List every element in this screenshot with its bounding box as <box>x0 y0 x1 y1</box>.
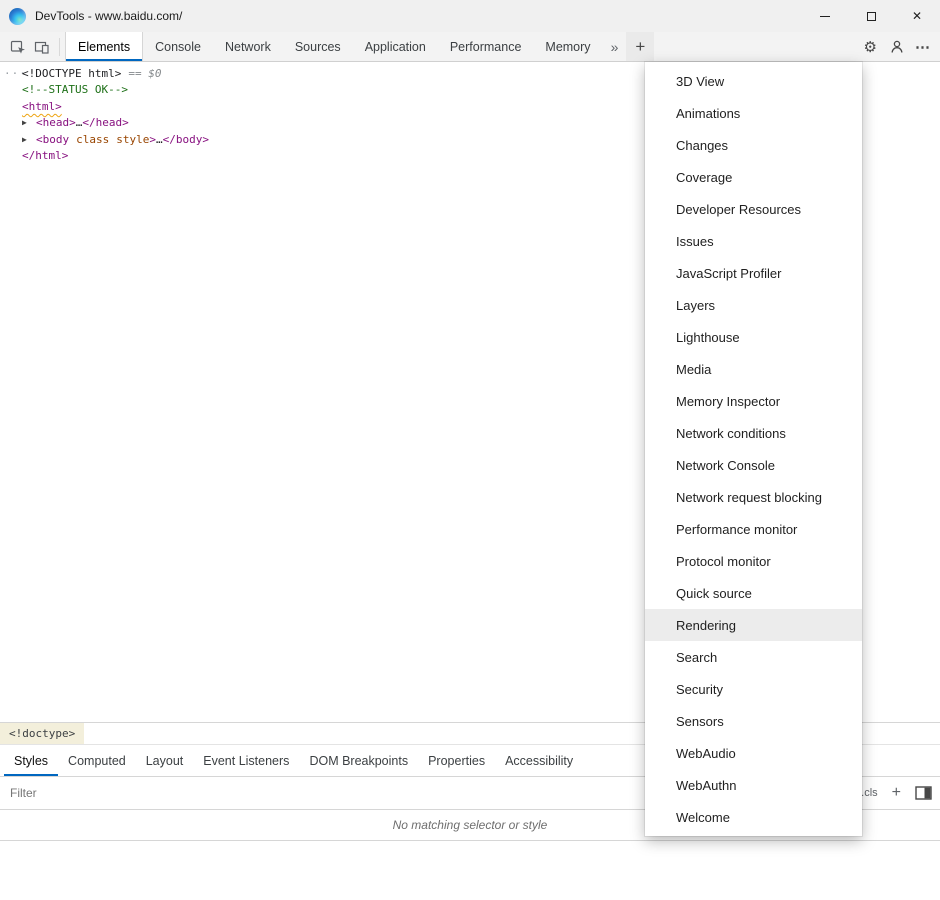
settings-button[interactable]: ⚙ <box>856 38 885 56</box>
body-open-tag: <body <box>36 133 69 146</box>
dom-node-doctype[interactable]: ···<!DOCTYPE html> == $0 <box>0 66 644 82</box>
body-open-bracket: > <box>149 133 156 146</box>
tab-network[interactable]: Network <box>213 32 283 61</box>
device-toolbar-icon <box>34 39 50 55</box>
menu-item-issues[interactable]: Issues <box>645 225 862 257</box>
tab-computed[interactable]: Computed <box>58 745 136 776</box>
dom-node-body[interactable]: ▶<body class style>…</body> <box>0 132 644 148</box>
minimize-icon <box>820 16 830 17</box>
tab-layout[interactable]: Layout <box>136 745 194 776</box>
toolbar-separator <box>59 38 60 56</box>
inspect-icon <box>10 39 26 55</box>
body-close-tag: </body> <box>163 133 209 146</box>
menu-item-performance-monitor[interactable]: Performance monitor <box>645 513 862 545</box>
panel-tabs: Elements Console Network Sources Applica… <box>65 32 603 61</box>
body-ellipsis[interactable]: … <box>156 133 163 146</box>
ellipsis-icon: ⋯ <box>915 39 930 56</box>
edge-logo-icon <box>9 8 26 25</box>
toolbar-right: ⚙ ⋯ <box>856 32 940 61</box>
title-bar: DevTools - www.baidu.com/ ✕ <box>0 0 940 32</box>
menu-item-welcome[interactable]: Welcome <box>645 801 862 833</box>
customize-devtools-button[interactable]: ⋯ <box>909 38 940 56</box>
tab-performance[interactable]: Performance <box>438 32 534 61</box>
selection-hint: == $0 <box>128 67 161 80</box>
tab-properties[interactable]: Properties <box>418 745 495 776</box>
tab-elements[interactable]: Elements <box>65 32 143 61</box>
feedback-button[interactable] <box>885 34 909 60</box>
devtools-toolbar: Elements Console Network Sources Applica… <box>0 32 940 62</box>
menu-item-layers[interactable]: Layers <box>645 289 862 321</box>
more-tabs-icon: » <box>611 39 619 55</box>
menu-item-rendering[interactable]: Rendering <box>645 609 862 641</box>
menu-item-webauthn[interactable]: WebAuthn <box>645 769 862 801</box>
plus-icon: + <box>635 37 645 57</box>
tab-sources[interactable]: Sources <box>283 32 353 61</box>
menu-item-network-request-blocking[interactable]: Network request blocking <box>645 481 862 513</box>
menu-item-3d-view[interactable]: 3D View <box>645 65 862 97</box>
menu-item-security[interactable]: Security <box>645 673 862 705</box>
menu-item-coverage[interactable]: Coverage <box>645 161 862 193</box>
close-button[interactable]: ✕ <box>894 0 940 32</box>
menu-item-protocol-monitor[interactable]: Protocol monitor <box>645 545 862 577</box>
breadcrumb-doctype[interactable]: <!doctype> <box>0 723 84 744</box>
more-tools-button[interactable]: + <box>626 32 654 61</box>
inspect-element-button[interactable] <box>6 34 30 60</box>
menu-item-webaudio[interactable]: WebAudio <box>645 737 862 769</box>
styles-empty-message: No matching selector or style <box>393 818 548 832</box>
more-tools-menu: 3D View Animations Changes Coverage Deve… <box>645 62 862 836</box>
body-attr-style: style <box>116 133 149 146</box>
dom-node-head[interactable]: ▶<head>…</head> <box>0 115 644 131</box>
html-open-tag: <html> <box>22 100 62 113</box>
tab-application[interactable]: Application <box>353 32 438 61</box>
tab-accessibility[interactable]: Accessibility <box>495 745 583 776</box>
more-tabs-button[interactable]: » <box>603 32 627 61</box>
new-style-rule-button[interactable]: + <box>892 785 901 801</box>
menu-item-quick-source[interactable]: Quick source <box>645 577 862 609</box>
head-open-tag: <head> <box>36 116 76 129</box>
expander-icon[interactable]: ▶ <box>22 132 36 148</box>
body-attr-class: class <box>76 133 109 146</box>
device-toolbar-button[interactable] <box>30 34 54 60</box>
doctype-text: <!DOCTYPE html> <box>22 67 121 80</box>
html-close-tag: </html> <box>22 149 68 162</box>
menu-item-network-conditions[interactable]: Network conditions <box>645 417 862 449</box>
menu-item-memory-inspector[interactable]: Memory Inspector <box>645 385 862 417</box>
menu-item-changes[interactable]: Changes <box>645 129 862 161</box>
comment-text: <!--STATUS OK--> <box>22 83 128 96</box>
menu-item-lighthouse[interactable]: Lighthouse <box>645 321 862 353</box>
tab-event-listeners[interactable]: Event Listeners <box>193 745 299 776</box>
tab-console[interactable]: Console <box>143 32 213 61</box>
menu-item-search[interactable]: Search <box>645 641 862 673</box>
more-nodes-ellipsis[interactable]: ··· <box>4 66 22 82</box>
tab-styles[interactable]: Styles <box>4 745 58 776</box>
menu-item-animations[interactable]: Animations <box>645 97 862 129</box>
menu-item-javascript-profiler[interactable]: JavaScript Profiler <box>645 257 862 289</box>
maximize-button[interactable] <box>848 0 894 32</box>
maximize-icon <box>867 12 876 21</box>
dom-node-html-close[interactable]: </html> <box>0 148 644 164</box>
window-title: DevTools - www.baidu.com/ <box>35 9 182 23</box>
window-controls: ✕ <box>802 0 940 32</box>
menu-item-developer-resources[interactable]: Developer Resources <box>645 193 862 225</box>
expander-icon[interactable]: ▶ <box>22 115 36 131</box>
dom-node-comment[interactable]: <!--STATUS OK--> <box>0 82 644 98</box>
gear-icon: ⚙ <box>864 39 877 56</box>
close-icon: ✕ <box>912 10 922 22</box>
styles-filter-input[interactable] <box>10 786 330 800</box>
feedback-person-icon <box>889 39 905 55</box>
toggle-element-classes-button[interactable]: .cls <box>861 787 878 799</box>
split-pane-icon <box>915 786 932 800</box>
tab-dom-breakpoints[interactable]: DOM Breakpoints <box>299 745 418 776</box>
menu-item-sensors[interactable]: Sensors <box>645 705 862 737</box>
elements-dom-tree: ···<!DOCTYPE html> == $0 <!--STATUS OK-->… <box>0 63 644 722</box>
menu-item-media[interactable]: Media <box>645 353 862 385</box>
tab-memory[interactable]: Memory <box>533 32 602 61</box>
toggle-computed-pane-button[interactable] <box>915 786 932 800</box>
head-close-tag: </head> <box>82 116 128 129</box>
minimize-button[interactable] <box>802 0 848 32</box>
dom-node-html-open[interactable]: <html> <box>0 99 644 115</box>
menu-item-network-console[interactable]: Network Console <box>645 449 862 481</box>
